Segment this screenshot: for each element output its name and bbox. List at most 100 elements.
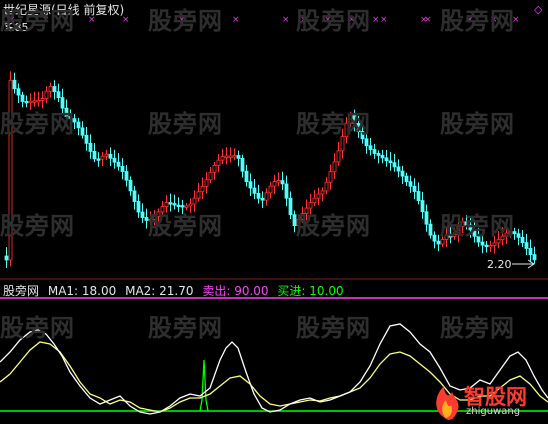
down-candle <box>128 179 133 192</box>
down-candle <box>428 223 433 236</box>
down-candle <box>284 183 289 199</box>
up-candle <box>100 155 105 160</box>
down-candle <box>120 165 125 172</box>
down-candle <box>524 242 529 249</box>
sell-signal-marker: × <box>424 15 432 25</box>
up-candle <box>324 181 329 192</box>
up-candle <box>196 191 201 199</box>
restore-toggle-icon[interactable]: ◇ <box>534 3 542 17</box>
down-candle <box>56 91 61 99</box>
watermark-text: 股旁网 <box>0 314 75 342</box>
down-candle <box>260 197 265 201</box>
up-candle <box>268 185 273 194</box>
down-candle <box>364 138 369 147</box>
down-candle <box>52 86 57 93</box>
up-candle <box>320 190 325 195</box>
down-candle <box>280 180 285 185</box>
sell-value: 卖出: 90.00 <box>202 284 269 298</box>
watermark-text: 股旁网 <box>440 212 515 240</box>
watermark-text: 股旁网 <box>148 110 223 138</box>
up-candle <box>224 155 229 158</box>
down-candle <box>116 161 121 167</box>
indicator-name[interactable]: 股旁网 <box>3 284 39 298</box>
down-candle <box>112 157 117 163</box>
up-candle <box>228 155 233 158</box>
up-candle <box>36 100 41 103</box>
up-candle <box>208 171 213 181</box>
down-candle <box>396 166 401 172</box>
down-candle <box>76 121 81 129</box>
down-candle <box>432 234 437 242</box>
watermark-text: 股旁网 <box>0 110 75 138</box>
down-candle <box>16 88 21 96</box>
up-candle <box>336 150 341 163</box>
down-candle <box>384 157 389 162</box>
down-candle <box>84 134 89 144</box>
down-candle <box>400 170 405 177</box>
logo-url: zhiguwang <box>466 406 521 417</box>
down-candle <box>124 171 129 181</box>
down-candle <box>372 149 377 154</box>
down-candle <box>92 151 97 160</box>
up-candle <box>272 181 277 187</box>
sell-signal-marker: × <box>282 15 290 25</box>
buy-value: 买进: 10.00 <box>277 284 344 298</box>
ma1-value: MA1: 18.00 <box>47 284 117 298</box>
up-candle <box>40 98 45 101</box>
watermark-text: 股旁网 <box>440 110 515 138</box>
down-candle <box>380 155 385 159</box>
up-candle <box>276 180 281 183</box>
down-candle <box>376 153 381 156</box>
down-candle <box>80 127 85 136</box>
down-candle <box>528 248 533 256</box>
down-candle <box>388 160 393 164</box>
up-candle <box>28 100 33 104</box>
down-candle <box>516 233 521 238</box>
watermark-text: 股旁网 <box>0 7 75 35</box>
up-candle <box>32 100 37 103</box>
down-candle <box>412 185 417 192</box>
down-candle <box>136 201 141 213</box>
down-candle <box>20 94 25 102</box>
down-candle <box>248 181 253 189</box>
down-candle <box>108 153 113 159</box>
watermark-text: 股旁网 <box>296 110 371 138</box>
watermark-text: 股旁网 <box>148 314 223 342</box>
up-candle <box>48 86 53 92</box>
up-candle <box>488 245 493 248</box>
down-candle <box>436 240 441 245</box>
down-candle <box>416 191 421 201</box>
down-candle <box>420 200 425 213</box>
sell-signal-marker: × <box>372 15 380 25</box>
watermark-text: 股旁网 <box>440 7 515 35</box>
down-candle <box>168 202 173 205</box>
watermark-text: 股旁网 <box>148 7 223 35</box>
down-candle <box>408 181 413 187</box>
watermark-text: 股旁网 <box>148 212 223 240</box>
down-candle <box>404 175 409 183</box>
up-candle <box>264 192 269 201</box>
down-candle <box>240 157 245 172</box>
down-candle <box>12 79 17 90</box>
down-candle <box>172 203 177 206</box>
watermark-text: 股旁网 <box>0 212 75 240</box>
ma2-value: MA2: 21.70 <box>125 284 194 298</box>
down-candle <box>140 211 145 218</box>
down-candle <box>4 255 9 261</box>
down-candle <box>484 244 489 248</box>
down-candle <box>24 101 29 104</box>
buy-signal-spike <box>199 359 209 412</box>
up-candle <box>44 90 49 99</box>
up-candle <box>332 161 337 173</box>
down-candle <box>132 190 137 202</box>
sell-signal-marker: × <box>232 15 240 25</box>
down-candle <box>96 158 101 161</box>
up-candle <box>312 197 317 204</box>
down-candle <box>520 236 525 244</box>
up-candle <box>104 153 109 157</box>
watermark-text: 股旁网 <box>296 7 371 35</box>
watermark-text: 股旁网 <box>296 314 371 342</box>
sell-signal-marker: × <box>380 15 388 25</box>
up-candle <box>212 164 217 173</box>
up-candle <box>204 179 209 187</box>
